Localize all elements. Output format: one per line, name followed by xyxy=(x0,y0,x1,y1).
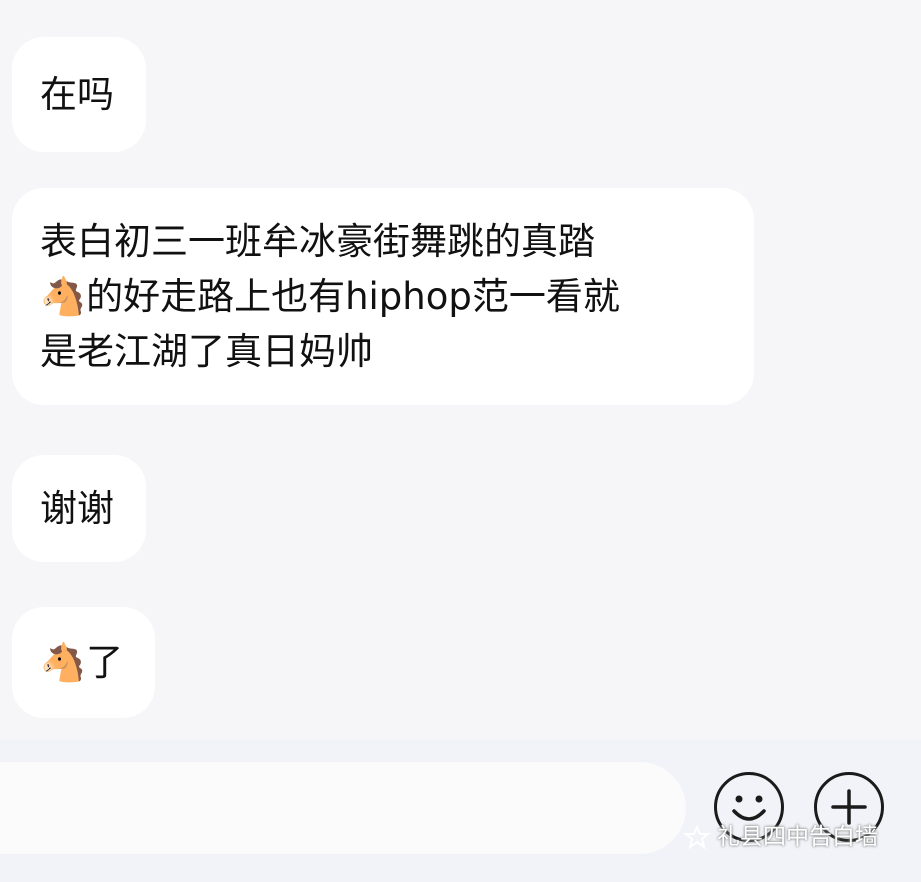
message-text: 谢谢 xyxy=(40,487,114,530)
message-bubble[interactable]: 表白初三一班牟冰豪街舞跳的真踏 🐴的好走路上也有hiphop范一看就 是老江湖了… xyxy=(12,188,754,405)
message-bubble[interactable]: 🐴了 xyxy=(12,607,156,718)
message-line: 表白初三一班牟冰豪街舞跳的真踏 xyxy=(40,220,595,263)
message-input[interactable] xyxy=(0,762,686,854)
watermark: 礼县四中告白墙 xyxy=(683,822,878,852)
qq-logo-icon xyxy=(683,825,711,849)
message-bubble[interactable]: 谢谢 xyxy=(12,455,146,562)
message-text: 在吗 xyxy=(40,73,114,116)
message-line: 🐴的好走路上也有hiphop范一看就 xyxy=(40,275,620,318)
message-bubble[interactable]: 在吗 xyxy=(12,37,146,152)
message-line: 是老江湖了真日妈帅 xyxy=(40,330,373,373)
watermark-text: 礼县四中告白墙 xyxy=(717,824,878,850)
message-text: 🐴了 xyxy=(40,641,124,684)
